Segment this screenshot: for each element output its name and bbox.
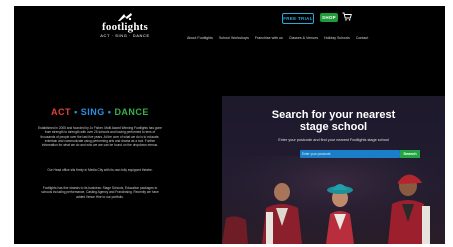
- tagline-act: ACT: [51, 107, 72, 117]
- business-strands-paragraph: Footlights has five strands to its busin…: [41, 186, 159, 199]
- nav-item-classes-venues[interactable]: Classes & Venues: [289, 36, 318, 40]
- nav-item-about[interactable]: About Footlights: [187, 36, 213, 40]
- logo-tagline: ACT · SING · DANCE: [100, 33, 150, 38]
- act-sing-dance-heading: ACT • SING • DANCE: [32, 107, 168, 117]
- postcode-input[interactable]: Enter your postcode: [302, 152, 331, 157]
- nav-item-school-workshops[interactable]: School Workshops: [219, 36, 249, 40]
- tagline-separator: •: [107, 107, 112, 117]
- search-heading: Search for your nearest stage school: [222, 109, 445, 133]
- school-search-panel: Search for your nearest stage school Ent…: [222, 96, 445, 244]
- shop-button[interactable]: SHOP: [320, 13, 338, 22]
- logo-wordmark: footlights: [102, 21, 148, 33]
- search-heading-line1: Search for your nearest: [271, 109, 396, 121]
- site-logo[interactable]: footlights ACT · SING · DANCE: [93, 12, 157, 46]
- search-subtitle: Enter your postcode and find your neares…: [278, 138, 389, 142]
- nav-item-franchise[interactable]: Franchise with us: [255, 36, 283, 40]
- tagline-sing: SING: [80, 107, 105, 117]
- nav-item-holiday-schools[interactable]: Holiday Schools: [324, 36, 350, 40]
- head-office-paragraph: Our Head office sits firmly in Media Cit…: [47, 168, 153, 172]
- performers-photo: [222, 156, 445, 244]
- tagline-separator: •: [74, 107, 78, 117]
- tagline-dance: DANCE: [114, 107, 149, 117]
- postcode-search-field[interactable]: Enter your postcode: [300, 150, 400, 158]
- search-button[interactable]: Search: [400, 150, 420, 158]
- nav-item-contact[interactable]: Contact: [356, 36, 368, 40]
- cart-icon[interactable]: [342, 12, 352, 21]
- intro-paragraph: Established in 2005 and founded by Jo Fi…: [38, 126, 162, 148]
- page-frame: footlights ACT · SING · DANCE FREE TRIAL…: [14, 6, 445, 244]
- free-trial-button[interactable]: FREE TRIAL: [282, 13, 314, 24]
- main-nav: About Footlights School Workshops Franch…: [187, 36, 368, 40]
- search-heading-line2: stage school: [299, 121, 368, 133]
